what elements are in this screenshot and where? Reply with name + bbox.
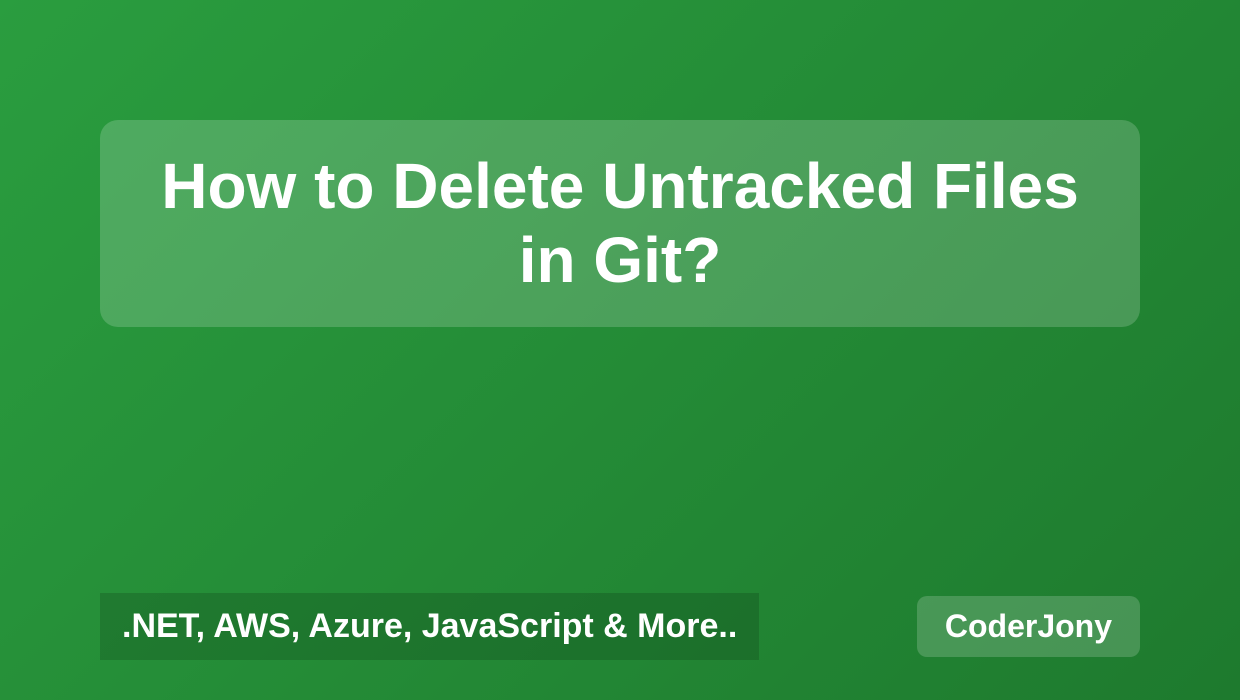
page-title: How to Delete Untracked Files in Git?: [140, 150, 1100, 297]
brand-box: CoderJony: [917, 596, 1140, 657]
tagline-text: .NET, AWS, Azure, JavaScript & More..: [122, 607, 737, 645]
title-card: How to Delete Untracked Files in Git?: [100, 120, 1140, 327]
footer-row: .NET, AWS, Azure, JavaScript & More.. Co…: [100, 593, 1140, 660]
brand-text: CoderJony: [945, 608, 1112, 644]
tagline-box: .NET, AWS, Azure, JavaScript & More..: [100, 593, 759, 660]
